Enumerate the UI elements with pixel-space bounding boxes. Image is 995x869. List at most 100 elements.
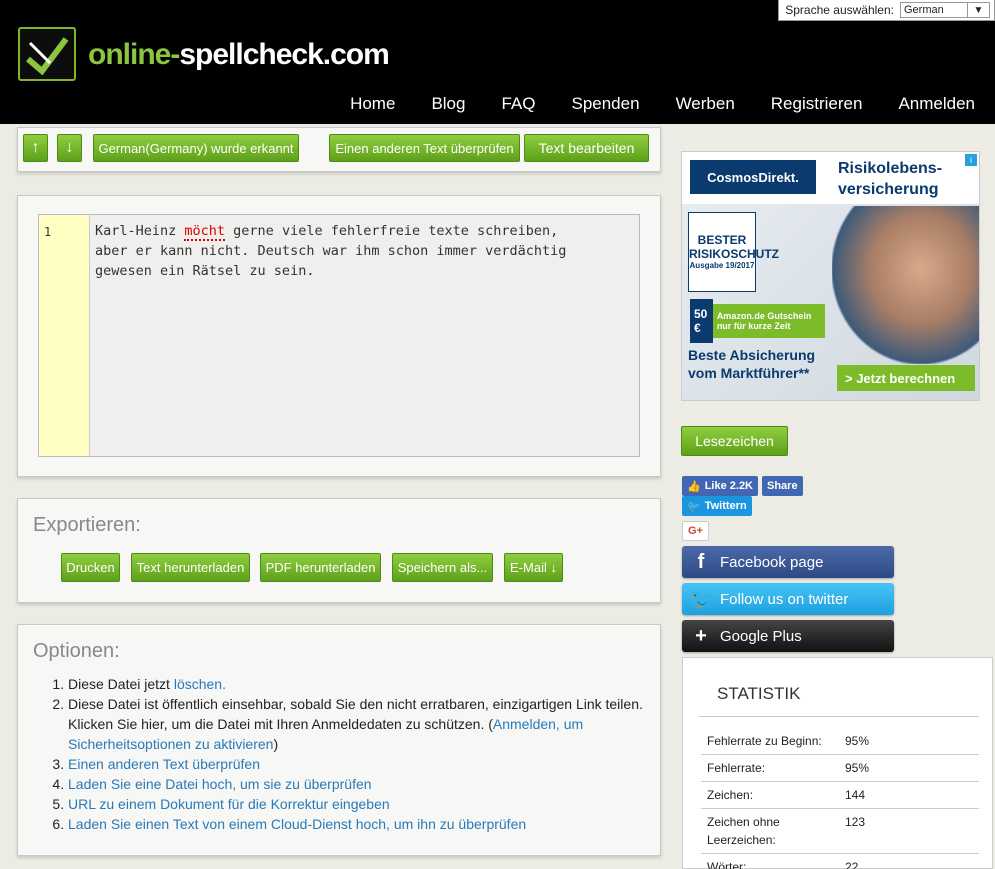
tweet-button[interactable]: 🐦 Twittern	[682, 496, 752, 516]
nav-donate[interactable]: Spenden	[571, 94, 639, 114]
option-item: Laden Sie eine Datei hoch, um sie zu übe…	[68, 774, 643, 794]
ad-headline-line2: versicherung	[838, 181, 939, 198]
divider	[699, 716, 979, 717]
table-row: Fehlerrate zu Beginn: 95%	[701, 728, 979, 755]
export-title: Exportieren:	[33, 514, 141, 536]
option-item: URL zu einem Dokument für die Korrektur …	[68, 794, 643, 814]
save-as-button[interactable]: Speichern als...	[392, 553, 493, 582]
language-selector: Sprache auswählen: German ▼	[778, 0, 995, 21]
statistics-table: Fehlerrate zu Beginn: 95% Fehlerrate: 95% …	[701, 728, 979, 869]
previous-error-button[interactable]: ↑	[23, 134, 48, 162]
edit-text-button[interactable]: Text bearbeiten	[524, 134, 649, 162]
ad-headline: Risikolebens-versicherung	[838, 158, 942, 200]
download-pdf-button[interactable]: PDF herunterladen	[260, 553, 381, 582]
twitter-follow-button[interactable]: 🐦 Follow us on twitter	[682, 583, 894, 615]
language-label: Sprache auswählen:	[785, 3, 894, 17]
upload-file-link[interactable]: Laden Sie eine Datei hoch, um sie zu übe…	[68, 776, 372, 792]
ad-award-badge: BESTER RISIKOSCHUTZ Ausgabe 19/2017	[688, 212, 779, 292]
stat-key: Fehlerrate:	[701, 754, 839, 782]
text-before-error: Karl-Heinz	[95, 223, 185, 239]
facebook-share-button[interactable]: Share	[762, 476, 803, 496]
check-other-text-button[interactable]: Einen anderen Text überprüfen	[329, 134, 520, 162]
ad-family-image	[832, 206, 979, 364]
stat-value: 123	[839, 808, 979, 854]
ad-cta-button[interactable]: > Jetzt berechnen	[837, 365, 975, 391]
option-item: Einen anderen Text überprüfen	[68, 754, 643, 774]
language-select[interactable]: German ▼	[900, 2, 990, 18]
twitter-follow-label: Follow us on twitter	[720, 590, 849, 608]
logo-icon[interactable]	[18, 27, 76, 81]
line-number-gutter: 1	[39, 215, 90, 456]
bookmark-button[interactable]: Lesezeichen	[681, 426, 788, 456]
next-error-button[interactable]: ↓	[57, 134, 82, 162]
nav-login[interactable]: Anmelden	[898, 94, 975, 114]
option-item: Diese Datei jetzt löschen.	[68, 674, 643, 694]
options-title: Optionen:	[33, 640, 120, 662]
thumbs-up-icon: 👍	[687, 480, 701, 493]
text-line-3: gewesen ein Rätsel zu sein.	[95, 263, 315, 279]
nav-blog[interactable]: Blog	[431, 94, 465, 114]
cloud-upload-link[interactable]: Laden Sie einen Text von einem Cloud-Die…	[68, 816, 526, 832]
language-detected-button[interactable]: German(Germany) wurde erkannt	[93, 134, 299, 162]
plus-icon: +	[695, 624, 707, 647]
option-text: Diese Datei jetzt	[68, 676, 174, 692]
ad-voucher-text: Amazon.de Gutschein nur für kurze Zeit	[716, 311, 812, 331]
ad-tagline-line1: Beste Absicherung	[688, 347, 816, 363]
stat-value: 95%	[839, 754, 979, 782]
table-row: Wörter: 22	[701, 853, 979, 869]
statistics-panel: STATISTIK Fehlerrate zu Beginn: 95% Fehle…	[682, 657, 993, 869]
ad-badge-top: BESTER	[697, 233, 747, 247]
site-header: Sprache auswählen: German ▼ online-spell…	[0, 0, 995, 124]
ad-info-icon[interactable]: i	[965, 154, 977, 166]
nav-register[interactable]: Registrieren	[771, 94, 863, 114]
main-nav: Home Blog FAQ Spenden Werben Registriere…	[314, 94, 975, 114]
option-item: Diese Datei ist öffentlich einsehbar, so…	[68, 694, 643, 754]
logo-text-part1: online-	[88, 38, 180, 71]
statistics-title: STATISTIK	[717, 684, 801, 703]
ad-badge-bottom: RISIKOSCHUTZ	[689, 247, 779, 261]
language-value: German	[904, 4, 944, 16]
line1-rest: gerne viele fehlerfreie texte schreiben,	[225, 223, 559, 239]
editor-text[interactable]: Karl-Heinz möcht gerne viele fehlerfreie…	[95, 221, 635, 281]
twitter-bird-icon: 🐦	[687, 500, 701, 513]
download-text-button[interactable]: Text herunterladen	[131, 553, 250, 582]
enter-url-link[interactable]: URL zu einem Dokument für die Korrektur …	[68, 796, 390, 812]
spelling-error-word[interactable]: möcht	[184, 223, 226, 241]
email-button[interactable]: E-Mail ↓	[504, 553, 563, 582]
nav-faq[interactable]: FAQ	[501, 94, 535, 114]
google-plus-label: Google Plus	[720, 627, 802, 645]
facebook-page-button[interactable]: f Facebook page	[682, 546, 894, 578]
ad-tagline-line2: vom Marktführer**	[688, 365, 810, 381]
ad-headline-line1: Risikolebens-	[838, 160, 943, 177]
delete-file-link[interactable]: löschen.	[174, 676, 226, 692]
print-button[interactable]: Drucken	[61, 553, 120, 582]
check-other-text-link[interactable]: Einen anderen Text überprüfen	[68, 756, 260, 772]
options-list: Diese Datei jetzt löschen. Diese Datei i…	[33, 674, 643, 834]
stat-value: 144	[839, 781, 979, 809]
ad-badge-small: Ausgabe 19/2017	[689, 261, 755, 270]
ad-voucher: 50 € Amazon.de Gutschein nur für kurze Ze…	[690, 299, 825, 343]
stat-key: Fehlerrate zu Beginn:	[701, 728, 839, 755]
logo-text-part2: spellcheck.com	[179, 38, 389, 71]
text-editor[interactable]: 1 Karl-Heinz möcht gerne viele fehlerfre…	[38, 214, 640, 457]
facebook-icon: f	[697, 550, 705, 573]
facebook-page-label: Facebook page	[720, 553, 824, 571]
google-plus-button[interactable]: + Google Plus	[682, 620, 894, 652]
text-line-2: aber er kann nicht. Deutsch war ihm scho…	[95, 243, 567, 259]
nav-home[interactable]: Home	[350, 94, 395, 114]
stat-value: 95%	[839, 728, 979, 755]
table-row: Fehlerrate: 95%	[701, 754, 979, 782]
table-row: Zeichen ohne Leerzeichen: 123	[701, 808, 979, 854]
advertisement[interactable]: CosmosDirekt. Risikolebens-versicherung …	[681, 151, 980, 401]
stat-key: Zeichen ohne Leerzeichen:	[701, 808, 839, 854]
nav-advertise[interactable]: Werben	[676, 94, 735, 114]
logo-text[interactable]: online-spellcheck.com	[88, 38, 390, 72]
twitter-icon: 🐦	[688, 588, 714, 611]
stat-key: Wörter:	[701, 853, 839, 869]
facebook-like-button[interactable]: 👍 Like 2.2K	[682, 476, 759, 496]
ad-tagline: Beste Absicherung vom Marktführer**	[688, 346, 815, 382]
chevron-down-icon[interactable]: ▼	[967, 3, 989, 17]
table-row: Zeichen: 144	[701, 781, 979, 809]
tweet-label: Twittern	[704, 500, 747, 512]
google-plus-small-button[interactable]: G+	[682, 521, 709, 541]
